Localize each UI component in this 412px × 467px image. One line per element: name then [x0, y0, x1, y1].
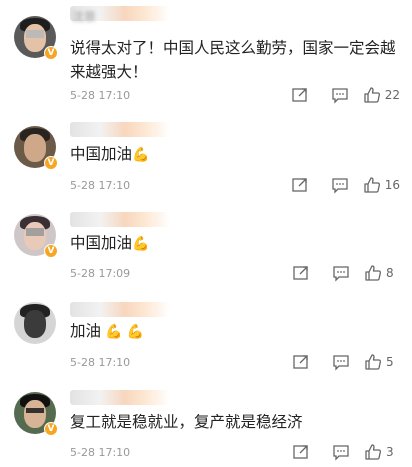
avatar[interactable]: V: [14, 392, 58, 436]
timestamp: 5-28 17:10: [70, 179, 131, 192]
like-count: 16: [384, 178, 400, 192]
verified-badge-icon: V: [44, 422, 58, 436]
verified-badge-icon: V: [44, 156, 58, 170]
comment-icon[interactable]: [332, 264, 350, 282]
comment-text: 中国加油💪: [70, 145, 150, 163]
repost-icon[interactable]: [292, 353, 310, 371]
comment-text: 加油 💪 💪: [70, 322, 145, 340]
like-count: 5: [386, 355, 394, 369]
thumbs-up-icon: [363, 176, 381, 194]
repost-icon[interactable]: [292, 264, 310, 282]
timestamp: 5-28 17:10: [70, 356, 131, 369]
like-count: 22: [384, 88, 400, 102]
thumbs-up-icon: [363, 86, 381, 104]
flexed-biceps-emoji: 💪 💪: [105, 324, 145, 340]
thumbs-up-icon: [364, 353, 382, 371]
repost-icon[interactable]: [292, 443, 310, 461]
thumbs-up-icon: [364, 264, 382, 282]
comment-icon[interactable]: [331, 86, 349, 104]
thumbs-up-icon: [364, 443, 382, 461]
avatar[interactable]: V: [14, 16, 58, 60]
like-button[interactable]: 3: [364, 443, 400, 461]
avatar[interactable]: [14, 302, 56, 344]
flexed-biceps-emoji: 💪: [132, 236, 150, 252]
comment-text: 中国加油💪: [70, 234, 150, 252]
like-button[interactable]: 8: [364, 264, 400, 282]
username[interactable]: [70, 390, 170, 405]
timestamp: 5-28 17:09: [70, 267, 131, 280]
repost-icon[interactable]: [291, 86, 309, 104]
username[interactable]: [70, 212, 170, 227]
username[interactable]: 沈景: [70, 6, 170, 24]
comment-text: 说得太对了！中国人民这么勤劳，国家一定会越来越强大！: [70, 39, 396, 81]
comment-icon[interactable]: [332, 353, 350, 371]
like-button[interactable]: 22: [363, 86, 400, 104]
verified-badge-icon: V: [44, 46, 58, 60]
like-button[interactable]: 5: [364, 353, 400, 371]
avatar[interactable]: V: [14, 126, 58, 170]
comment-icon[interactable]: [332, 443, 350, 461]
timestamp: 5-28 17:10: [70, 89, 131, 102]
comment-icon[interactable]: [331, 176, 349, 194]
repost-icon[interactable]: [291, 176, 309, 194]
timestamp: 5-28 17:10: [70, 446, 131, 459]
like-count: 3: [386, 445, 394, 459]
username[interactable]: [70, 302, 170, 317]
username[interactable]: [70, 122, 170, 137]
like-button[interactable]: 16: [363, 176, 400, 194]
like-count: 8: [386, 266, 394, 280]
avatar[interactable]: V: [14, 214, 58, 258]
flexed-biceps-emoji: 💪: [132, 147, 150, 163]
verified-badge-icon: V: [44, 244, 58, 258]
comment-text: 复工就是稳就业，复产就是稳经济: [70, 413, 303, 431]
